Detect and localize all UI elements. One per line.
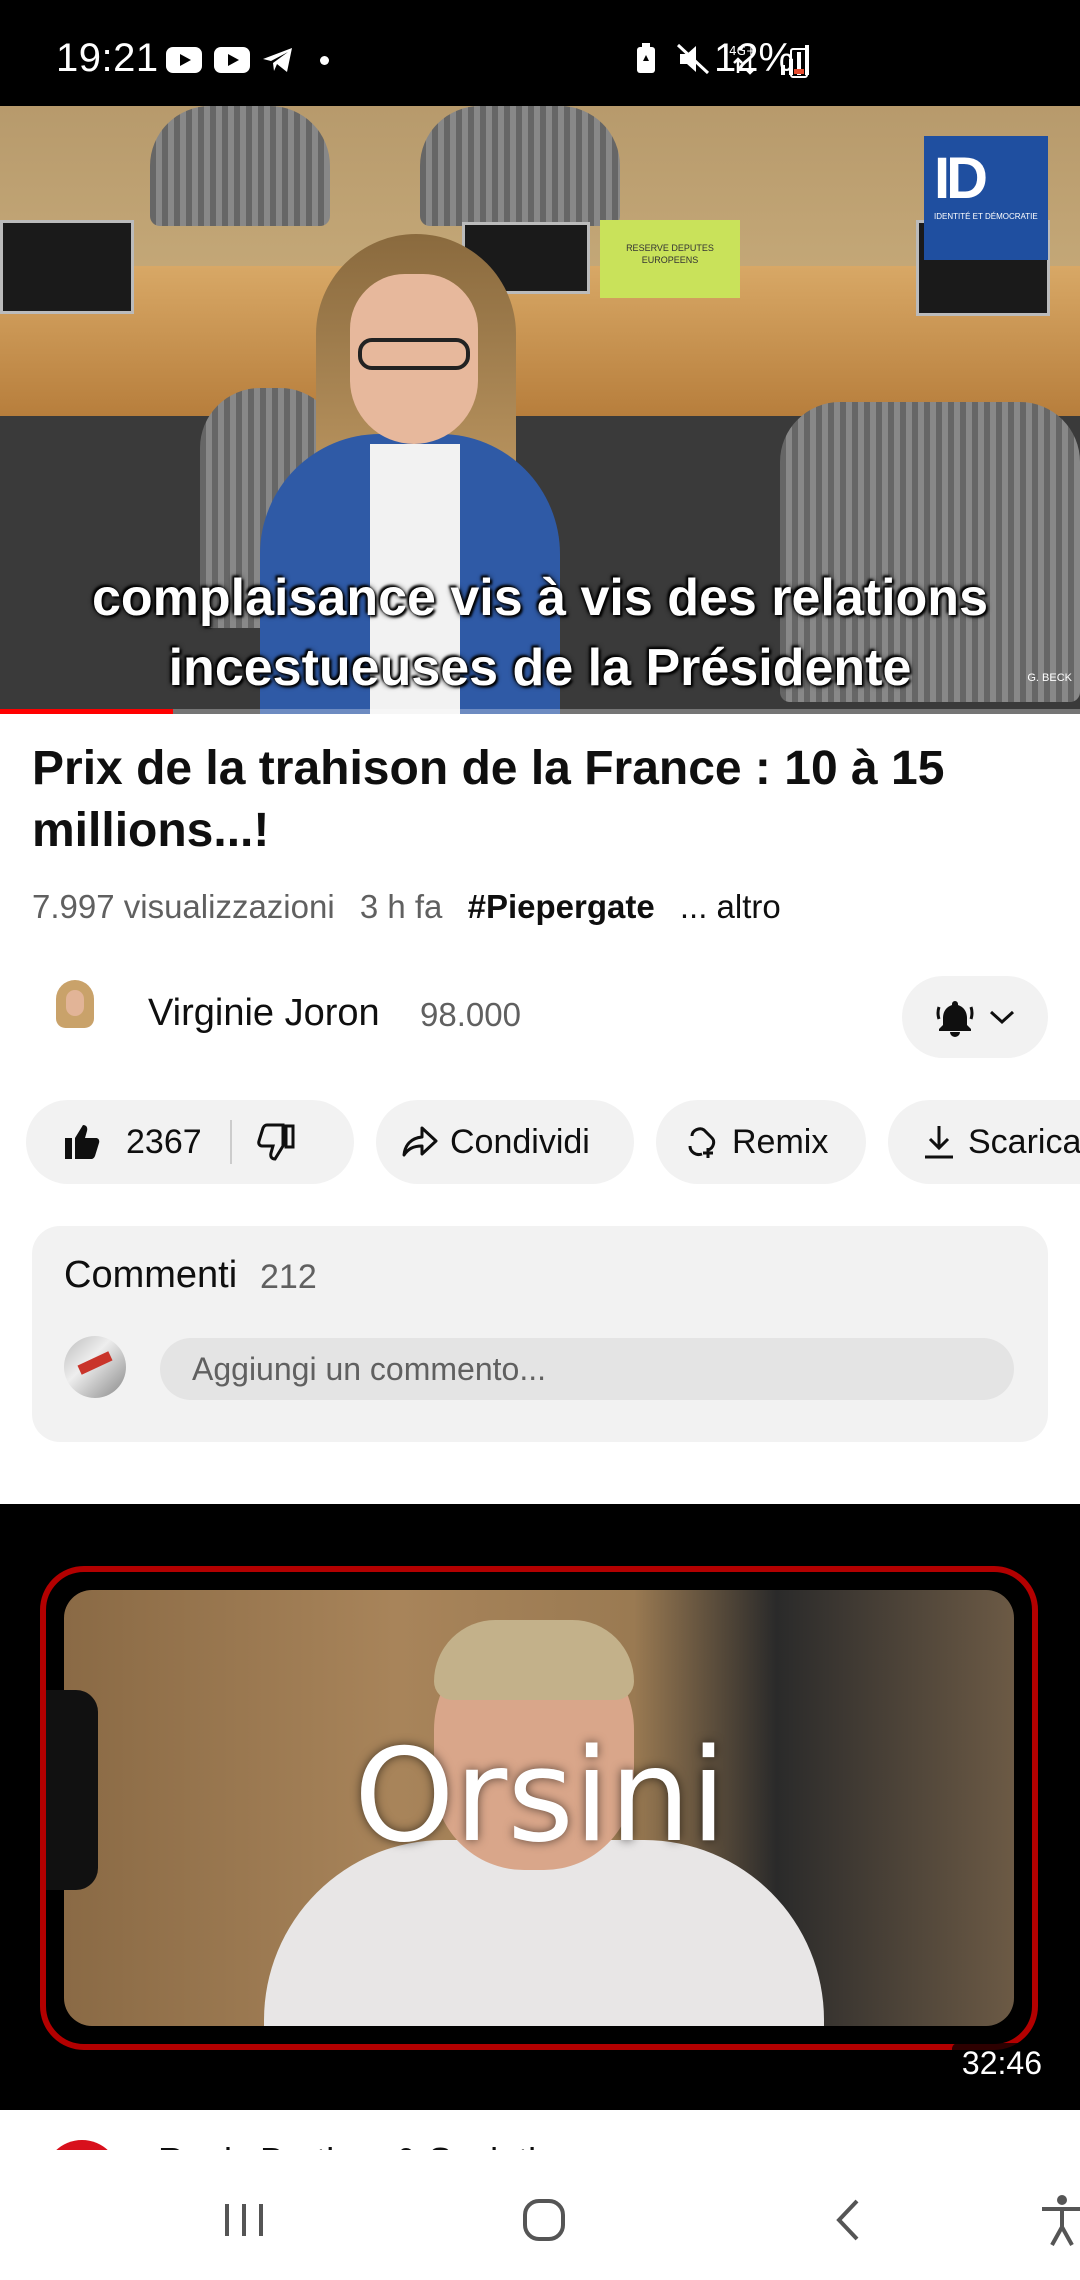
remix-label: Remix [732, 1122, 829, 1161]
download-icon [925, 1126, 953, 1159]
video-progress-bar[interactable] [0, 709, 1080, 714]
comments-card[interactable]: Commenti 212 Aggiungi un commento... [32, 1226, 1048, 1442]
remix-icon [688, 1127, 716, 1158]
battery-percent: 12% [714, 36, 795, 80]
more-link[interactable]: ... altro [680, 888, 781, 925]
home-button[interactable] [514, 2190, 574, 2250]
scene-chair [150, 106, 330, 226]
accessibility-icon [1042, 2195, 1080, 2246]
party-logo-subtext: IDENTITÉ ET DÉMOCRATIE [934, 212, 1038, 221]
thumbs-down-icon[interactable] [256, 1122, 296, 1162]
hashtag-link[interactable]: #Piepergate [468, 888, 655, 925]
dot-icon [320, 55, 329, 65]
user-avatar [64, 1336, 126, 1398]
youtube-icon [214, 47, 250, 73]
video-title[interactable]: Prix de la trahison de la France : 10 à … [32, 738, 1032, 862]
subtitle-line-1: complaisance vis à vis des relations [91, 569, 988, 627]
chevron-down-icon [989, 1010, 1015, 1025]
notification-bell-button[interactable] [902, 976, 1048, 1058]
party-logo-text: ID [934, 146, 988, 211]
share-button[interactable]: Condividi [376, 1100, 634, 1184]
home-icon [523, 2199, 565, 2241]
scene-chair [420, 106, 620, 226]
subscriber-count: 98.000 [420, 996, 521, 1033]
channel-name[interactable]: Virginie Joron [148, 992, 380, 1035]
accessibility-button[interactable] [1032, 2190, 1080, 2250]
channel-avatar[interactable] [36, 976, 114, 1054]
mute-icon [676, 43, 710, 75]
next-channel-avatar[interactable] [44, 2140, 120, 2150]
system-nav-bar [0, 2150, 1080, 2280]
status-bar: 19:21 4G+ 12% [0, 0, 1080, 106]
remix-button[interactable]: Remix [656, 1100, 866, 1184]
recent-apps-icon [225, 2204, 263, 2236]
like-count[interactable]: 2367 [126, 1123, 202, 1162]
next-channel-text: Regis Barthes & Sovieticus [158, 2140, 592, 2150]
scene-monitor [0, 220, 134, 314]
subtitle-line-2: incestueuses de la Présidente [168, 639, 912, 697]
status-time: 19:21 [56, 36, 159, 80]
comments-count: 212 [260, 1258, 317, 1296]
share-label: Condividi [450, 1122, 590, 1161]
actions-row: 2367 Condividi Remix Scarica [26, 1100, 1080, 1184]
party-logo: ID IDENTITÉ ET DÉMOCRATIE [924, 136, 1048, 260]
youtube-icon [166, 47, 202, 73]
next-video-thumbnail[interactable]: Orsini 32:46 [0, 1504, 1080, 2110]
share-icon [402, 1126, 438, 1157]
upload-age: 3 h fa [359, 888, 443, 925]
video-duration: 32:46 [951, 2043, 1052, 2084]
recent-apps-button[interactable] [214, 2190, 274, 2250]
video-progress-fill [0, 709, 173, 714]
download-label: Scarica [968, 1122, 1080, 1161]
bell-icon [936, 1001, 974, 1037]
back-button[interactable] [818, 2190, 878, 2250]
channel-row: Virginie Joron 98.000 [0, 972, 1080, 1062]
video-player[interactable]: RESERVE DEPUTES EUROPEENS ID IDENTITÉ ET… [0, 106, 1080, 714]
comments-title: Commenti [64, 1254, 238, 1296]
battery-icon [790, 48, 808, 78]
view-count: 7.997 visualizzazioni [32, 888, 335, 925]
next-video-channel-row[interactable]: Regis Barthes & Sovieticus [0, 2110, 1080, 2150]
thumbs-up-icon[interactable] [62, 1122, 102, 1162]
like-dislike-group: 2367 [26, 1100, 354, 1184]
telegram-icon [263, 48, 292, 72]
video-meta[interactable]: 7.997 visualizzazioni 3 h fa #Piepergate… [32, 888, 797, 926]
battery-saver-icon [637, 43, 655, 73]
thumbnail-title: Orsini [353, 1722, 727, 1871]
back-icon [836, 2199, 859, 2241]
download-button[interactable]: Scarica [888, 1100, 1080, 1184]
notification-icons [166, 46, 329, 74]
add-comment-input[interactable]: Aggiungi un commento... [160, 1338, 1014, 1400]
like-separator [229, 1120, 232, 1164]
